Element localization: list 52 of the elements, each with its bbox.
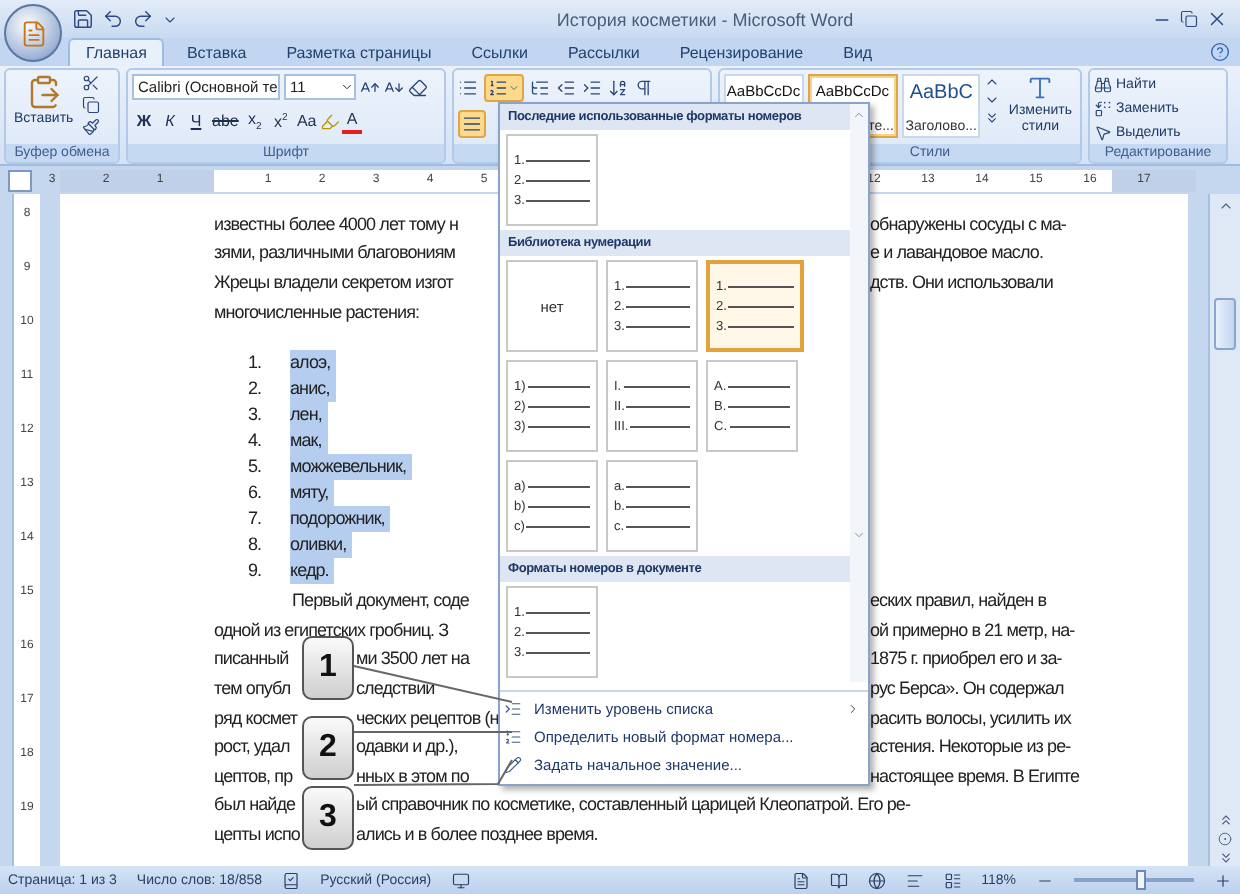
body-text: писанный <box>214 650 289 669</box>
list-number: 5. <box>248 454 264 481</box>
body-text: зями, различными благовониям <box>214 244 456 263</box>
body-text: расить волосы, усилить их <box>870 709 1071 728</box>
body-text: тем опубл <box>214 679 291 698</box>
list-number: 8. <box>248 532 264 559</box>
callout-number: 1 <box>302 636 354 700</box>
body-text: Первый документ, соде <box>290 592 469 611</box>
body-text: нных в этом по <box>356 767 469 786</box>
list-item-text: мак, <box>290 428 328 455</box>
body-text: ряд космет <box>214 709 298 728</box>
callout-number: 2 <box>302 716 354 780</box>
list-item-text: подорожник, <box>290 506 391 533</box>
body-text: цептов, пр <box>214 767 293 786</box>
body-text: многочисленные растения: <box>214 303 420 322</box>
body-text: обнаружены сосуды с ма- <box>870 215 1066 234</box>
body-text: Жрецы владели секретом изгот <box>214 273 453 292</box>
body-text: был найде <box>214 796 296 815</box>
body-text: астения. Некоторые из ре- <box>870 738 1071 757</box>
list-number: 1. <box>248 350 264 377</box>
list-item-text: мяту, <box>290 480 335 507</box>
list-number: 4. <box>248 428 264 455</box>
body-text: настоящее время. В Египте <box>870 767 1080 786</box>
list-number: 6. <box>248 480 264 507</box>
list-number: 7. <box>248 506 264 533</box>
body-text: рост, удал <box>214 738 290 757</box>
body-text: ми 3500 лет на <box>356 650 469 669</box>
list-item-text: анис, <box>290 376 336 403</box>
body-text: цепты испо <box>214 825 300 844</box>
body-text: 1875 г. приобрел его и за- <box>870 650 1062 669</box>
list-number: 3. <box>248 402 264 429</box>
body-text: следствии <box>356 679 435 698</box>
body-text: одавки и др.), <box>356 738 458 757</box>
list-item-text: можжевельник, <box>290 454 413 481</box>
list-number: 2. <box>248 376 264 403</box>
list-item-text: кедр. <box>290 558 335 585</box>
list-item-text: алоэ, <box>290 350 337 377</box>
body-text: рус Берса». Он содержал <box>870 679 1064 698</box>
body-text: ой примерно в 21 метр, на- <box>870 621 1075 640</box>
body-text: одной из египетских гробниц. З <box>214 621 449 640</box>
body-text: е и лавандовое масло. <box>870 244 1043 263</box>
body-text: ый справочник по косметике, составленный царицей Клеопатрой. Его ре- <box>356 796 911 815</box>
list-number: 9. <box>248 558 264 585</box>
body-text: ались и в более позднее время. <box>356 825 598 844</box>
body-text: известны более 4000 лет тому н <box>214 215 459 234</box>
body-text: еских правил, найден в <box>870 592 1047 611</box>
callout-number: 3 <box>302 786 354 850</box>
list-item-text: лен, <box>290 402 328 429</box>
list-item-text: оливки, <box>290 532 353 559</box>
body-text: дств. Они использовали <box>870 273 1053 292</box>
window-title: История косметики - Microsoft Word <box>554 9 856 29</box>
body-text: ческих рецептов (н <box>356 709 499 728</box>
